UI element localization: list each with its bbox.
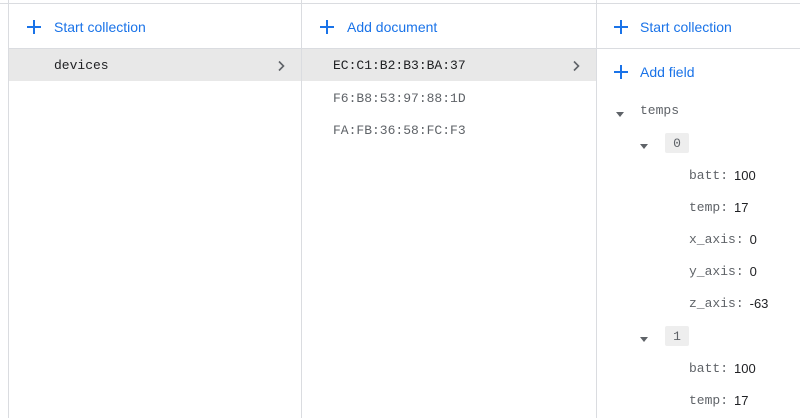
field-key-temps: temps [640,103,680,118]
field-separator: : [720,392,729,408]
document-item[interactable]: F6:B8:53:97:88:1D [302,82,596,114]
field-separator: : [735,263,744,279]
field-separator: : [720,360,729,376]
field-separator: : [720,167,729,183]
field-value: 17 [734,199,749,215]
field-key: y_axis [689,263,736,279]
field-key: temp [689,392,721,408]
fields-panel: Start collection Add field temps 0 batt:… [597,0,800,418]
caret-down-icon[interactable] [639,331,649,342]
field-separator: : [720,199,729,215]
array-index-badge: 0 [665,133,689,153]
chevron-right-icon [275,59,287,72]
caret-down-icon[interactable] [615,106,625,117]
add-field-button[interactable]: Add field [597,50,800,94]
field-value: 0 [749,263,757,279]
field-separator: : [735,295,744,311]
start-collection-label: Start collection [54,19,146,35]
document-id: FA:FB:36:58:FC:F3 [333,122,466,138]
field-value: -63 [749,295,769,311]
array-index-badge: 1 [665,326,689,346]
plus-icon [613,64,629,80]
start-collection-label: Start collection [640,19,732,35]
field-key: z_axis [689,295,736,311]
field-row[interactable]: batt:100 [689,355,756,381]
collections-panel: Start collection devices [8,0,302,418]
field-key: x_axis [689,231,736,247]
document-item[interactable]: FA:FB:36:58:FC:F3 [302,114,596,146]
plus-icon [319,19,335,35]
field-value: 100 [734,167,756,183]
field-row[interactable]: temp:17 [689,387,749,413]
add-document-button[interactable]: Add document [302,5,596,49]
document-id: F6:B8:53:97:88:1D [333,90,466,106]
documents-panel: Add document EC:C1:B2:B3:BA:37 F6:B8:53:… [302,0,597,418]
chevron-right-icon [570,59,582,72]
field-separator: : [735,231,744,247]
field-row[interactable]: z_axis: -63 [689,290,768,316]
field-row[interactable]: x_axis:0 [689,226,757,252]
collection-item-devices[interactable]: devices [9,49,301,81]
plus-icon [613,19,629,35]
start-subcollection-button[interactable]: Start collection [597,5,800,49]
field-value: 0 [749,231,757,247]
divider [597,48,800,49]
start-collection-button[interactable]: Start collection [9,5,301,49]
add-field-label: Add field [640,64,695,80]
document-id: EC:C1:B2:B3:BA:37 [333,57,466,73]
field-row[interactable]: y_axis:0 [689,258,757,284]
field-key: batt [689,167,721,183]
plus-icon [26,19,42,35]
add-document-label: Add document [347,19,438,35]
field-row[interactable]: batt:100 [689,162,756,188]
field-value: 17 [734,392,749,408]
document-item[interactable]: EC:C1:B2:B3:BA:37 [302,49,596,81]
field-row[interactable]: temp:17 [689,194,749,220]
collection-name: devices [54,57,109,73]
field-key: temp [689,199,721,215]
field-key: batt [689,360,721,376]
caret-down-icon[interactable] [639,138,649,149]
field-value: 100 [734,360,756,376]
